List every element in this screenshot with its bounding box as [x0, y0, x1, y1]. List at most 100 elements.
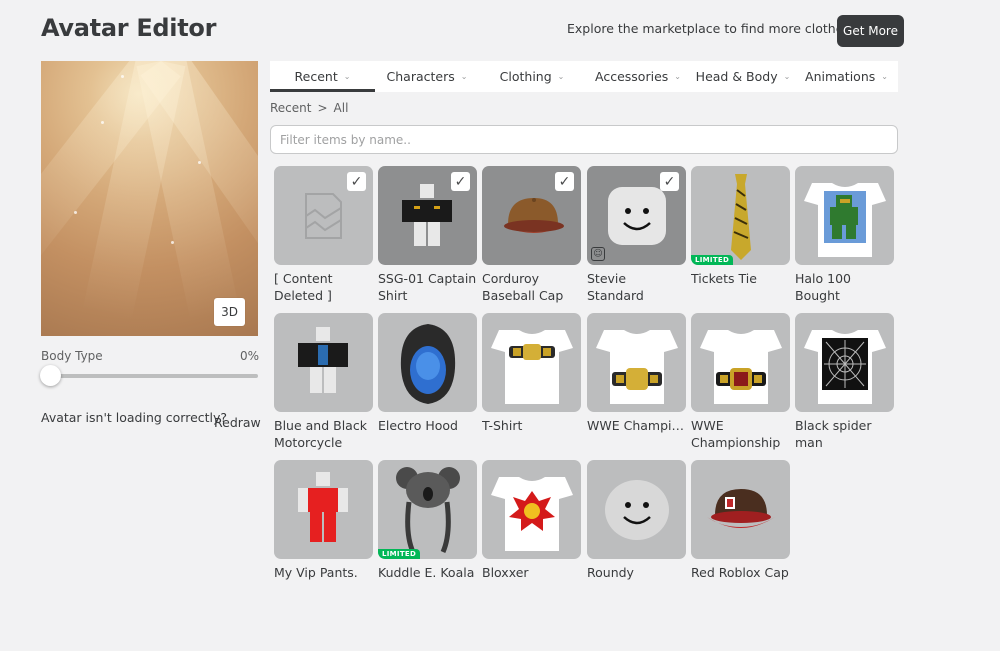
tshirt-icon — [699, 329, 782, 404]
item-name: T-Shirt — [482, 418, 523, 433]
tab-characters[interactable]: Characters ⌄ — [375, 61, 479, 92]
tab-label: Head & Body — [695, 69, 778, 84]
item-thumbnail: ✓ — [274, 166, 373, 265]
view-3d-toggle[interactable]: 3D — [214, 298, 245, 326]
body-type-slider-track[interactable] — [50, 374, 258, 378]
category-tabs: Recent ⌄ Characters ⌄ Clothing ⌄ Accessorie… — [270, 61, 898, 92]
breadcrumb: Recent > All — [270, 101, 348, 115]
item-thumbnail — [482, 460, 581, 559]
breadcrumb-parent[interactable]: Recent — [270, 101, 311, 115]
item-name: Roundy — [587, 565, 634, 580]
item-thumbnail: LIMITED — [378, 460, 477, 559]
cap-icon — [706, 488, 775, 528]
chevron-down-icon: ⌄ — [783, 72, 791, 81]
tab-accessories[interactable]: Accessories ⌄ — [585, 61, 691, 92]
item-thumbnail — [795, 166, 894, 265]
item-card[interactable]: Blue and Black Motorcycle Shirt — [274, 313, 373, 453]
deleted-content-icon — [304, 192, 342, 239]
page-title: Avatar Editor — [41, 14, 217, 42]
item-card[interactable]: Roundy — [587, 460, 686, 581]
item-card[interactable]: T-Shirt — [482, 313, 581, 434]
tshirt-icon — [490, 329, 573, 404]
shirt-avatar-icon — [297, 326, 348, 393]
item-card[interactable]: My Vip Pants. — [274, 460, 373, 581]
breadcrumb-separator: > — [317, 101, 328, 115]
item-thumbnail — [691, 460, 790, 559]
item-thumbnail — [795, 313, 894, 412]
item-thumbnail — [482, 313, 581, 412]
item-name: Bloxxer — [482, 565, 529, 580]
checkmark-icon: ✓ — [555, 172, 574, 191]
tab-label: Animations — [805, 69, 876, 84]
item-thumbnail: ✓ — [378, 166, 477, 265]
item-card[interactable]: WWE Championship... — [587, 313, 686, 434]
get-more-button[interactable]: Get More — [837, 15, 904, 47]
item-card[interactable]: Halo 100 Bought — [795, 166, 894, 304]
dynamic-head-icon: ☺ — [591, 247, 605, 261]
chevron-down-icon: ⌄ — [674, 72, 681, 81]
hood-icon — [400, 323, 455, 404]
limited-badge: LIMITED — [378, 549, 421, 559]
item-name: Corduroy Baseball Cap — [482, 271, 564, 303]
tab-head-and-body[interactable]: Head & Body ⌄ — [691, 61, 795, 92]
checkmark-icon: ✓ — [451, 172, 470, 191]
item-name: Electro Hood — [378, 418, 458, 433]
body-type-label: Body Type — [41, 349, 103, 363]
item-thumbnail — [691, 313, 790, 412]
avatar-preview[interactable] — [41, 61, 258, 336]
tab-clothing[interactable]: Clothing ⌄ — [479, 61, 585, 92]
marketplace-promo-text: Explore the marketplace to find more clo… — [567, 21, 855, 36]
tab-recent[interactable]: Recent ⌄ — [270, 61, 375, 92]
item-name: My Vip Pants. — [274, 565, 358, 580]
redraw-link[interactable]: Redraw — [214, 415, 261, 430]
shirt-avatar-icon — [401, 183, 452, 246]
item-name: Blue and Black Motorcycle Shirt — [274, 418, 367, 453]
item-card[interactable]: Electro Hood — [378, 313, 477, 434]
tshirt-icon — [595, 329, 678, 404]
item-thumbnail — [274, 460, 373, 559]
item-name: Tickets Tie — [691, 271, 757, 286]
item-card[interactable]: Bloxxer — [482, 460, 581, 581]
limited-badge: LIMITED — [691, 255, 734, 265]
item-name: SSG-01 Captain Shirt — [378, 271, 477, 303]
item-card[interactable]: ✓ Corduroy Baseball Cap — [482, 166, 581, 304]
tshirt-icon — [803, 329, 886, 404]
head-icon — [604, 479, 669, 540]
item-card[interactable]: ✓ [ Content Deleted ] — [274, 166, 373, 304]
item-card[interactable]: Black spider man — [795, 313, 894, 451]
item-name: Stevie Standard — [587, 271, 644, 303]
item-card[interactable]: ✓ SSG-01 Captain Shirt — [378, 166, 477, 304]
item-name: Red Roblox Cap — [691, 565, 789, 580]
tab-label: Characters — [386, 69, 455, 84]
item-card[interactable]: WWE Championship — [691, 313, 790, 451]
loading-help-text: Avatar isn't loading correctly? — [41, 410, 228, 425]
tie-icon — [730, 173, 751, 260]
pants-avatar-icon — [297, 471, 348, 542]
body-type-slider-thumb[interactable] — [40, 365, 61, 386]
item-card[interactable]: LIMITED Tickets Tie — [691, 166, 790, 287]
item-name: WWE Championship — [691, 418, 781, 450]
item-name: WWE Championship... — [587, 418, 686, 433]
chevron-down-icon: ⌄ — [557, 72, 565, 81]
item-name: Kuddle E. Koala — [378, 565, 475, 580]
chevron-down-icon: ⌄ — [343, 72, 351, 81]
item-thumbnail — [274, 313, 373, 412]
item-card[interactable]: LIMITED Kuddle E. Koala — [378, 460, 477, 581]
face-icon — [607, 186, 666, 245]
tshirt-icon — [490, 476, 573, 551]
tshirt-icon — [803, 182, 886, 257]
tab-animations[interactable]: Animations ⌄ — [795, 61, 898, 92]
item-thumbnail: ✓ — [482, 166, 581, 265]
item-thumbnail — [587, 460, 686, 559]
item-name: [ Content Deleted ] — [274, 271, 333, 303]
tab-label: Accessories — [595, 69, 669, 84]
baseball-cap-icon — [499, 197, 566, 233]
filter-items-input[interactable] — [270, 125, 898, 154]
item-card[interactable]: Red Roblox Cap — [691, 460, 790, 581]
item-thumbnail — [587, 313, 686, 412]
tab-label: Clothing — [499, 69, 552, 84]
item-card[interactable]: ✓ ☺ Stevie Standard — [587, 166, 686, 304]
breadcrumb-current: All — [333, 101, 349, 115]
chevron-down-icon: ⌄ — [881, 72, 888, 81]
koala-hat-icon — [395, 466, 460, 553]
